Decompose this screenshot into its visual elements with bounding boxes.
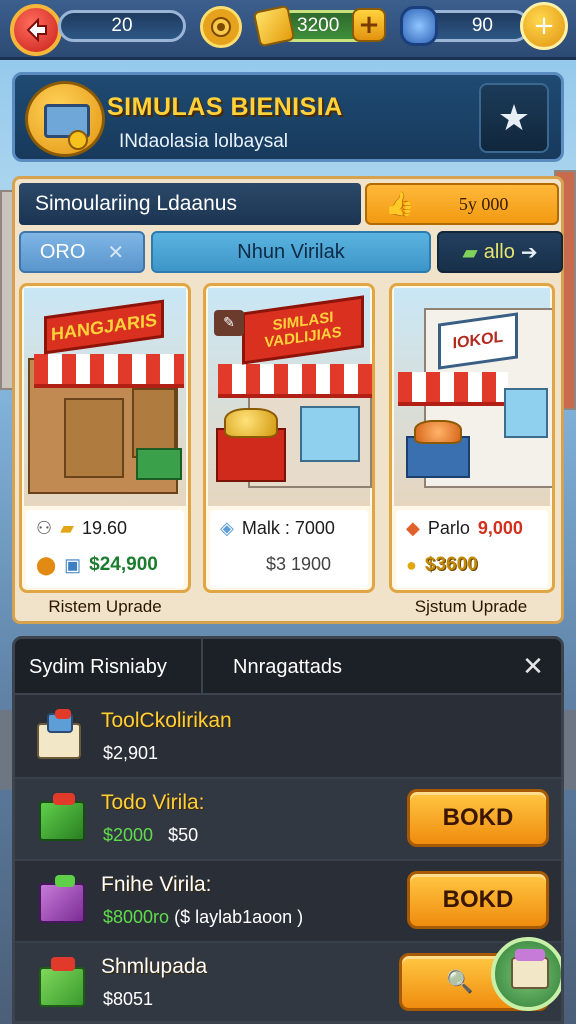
favorite-star-button[interactable]: ★	[479, 83, 549, 153]
store-illustration: SIMLASI VADLIJIAS ✎	[208, 288, 372, 506]
tab-allo[interactable]: ▰ allo ➔	[437, 231, 563, 273]
item-cost: ($ laylab1aoon )	[174, 907, 304, 927]
gear-icon	[211, 17, 231, 37]
game-subtitle: INdaolasia lolbaysal	[119, 131, 288, 152]
game-title: SIMULAS BIENISIA	[107, 93, 343, 121]
list-tabs: Sydim Risniaby Nnragattads ✕	[15, 639, 561, 695]
star-icon: ★	[497, 97, 531, 139]
price-button[interactable]: 👍 5y 000	[365, 183, 559, 225]
settings-gear-icon[interactable]	[200, 6, 242, 48]
store-sign: HANGJARIS	[44, 299, 164, 355]
store-price: $24,900	[89, 554, 158, 575]
item-name: Todo Virila:	[101, 791, 205, 814]
purple-box-icon	[33, 873, 89, 929]
store-illustration: IOKOL	[394, 288, 552, 506]
header-card: SIMULAS BIENISIA INdaolasia lolbaysal ★	[12, 72, 564, 162]
store-card-hangjaris[interactable]: HANGJARIS ⚇ ▰ 19.60 ⬤ ▣ $24,900	[19, 283, 191, 593]
tag-icon: ✎	[214, 310, 244, 336]
item-name: Shmlupada	[101, 955, 208, 978]
store-price-row: ● $3600	[406, 554, 478, 576]
arrow-right-icon: ➔	[520, 241, 538, 264]
shop-title: Simoulariing Ldaanus	[19, 183, 361, 225]
store-stat-value: 19.60	[81, 518, 128, 538]
top-bar: 20 3200 + 90 +	[0, 0, 576, 60]
list-item[interactable]: Todo Virila: $2000 $50 BOKD	[15, 779, 561, 861]
level-counter: 20	[58, 10, 186, 42]
item-price: $8051	[103, 989, 154, 1009]
add-gold-button[interactable]: +	[352, 8, 386, 42]
store-card-iokol[interactable]: IOKOL ◆ Parlo 9,000 ● $3600	[389, 283, 555, 593]
store-price: $3600	[424, 554, 478, 575]
list-tab-first[interactable]: Sydim Risniaby	[29, 639, 167, 695]
back-button[interactable]	[10, 4, 62, 56]
tab-oro-label: ORO	[39, 240, 86, 263]
gold-icon: ▰	[60, 518, 74, 538]
store-illustration: HANGJARIS	[24, 288, 186, 506]
upgrade-list-panel: Sydim Risniaby Nnragattads ✕ ToolCkoliri…	[12, 636, 564, 1024]
cart-item-icon	[33, 709, 89, 765]
item-name: ToolCkolirikan	[101, 709, 232, 732]
list-item[interactable]: Fnihe Virila: $8000ro ($ laylab1aoon ) B…	[15, 861, 561, 943]
thumbs-up-icon: 👍	[385, 190, 415, 218]
close-icon: ✕	[107, 241, 125, 264]
store-info: ◆ Parlo 9,000 ● $3600	[396, 510, 548, 588]
item-cost: $50	[168, 825, 199, 845]
green-crate-icon	[33, 955, 89, 1011]
gem-badge-icon: ◈	[220, 518, 234, 538]
item-price-row: $8000ro ($ laylab1aoon )	[103, 907, 303, 928]
store-info: ⚇ ▰ 19.60 ⬤ ▣ $24,900	[26, 510, 184, 588]
item-price: $8000ro	[103, 907, 170, 927]
store-stat-value: 9,000	[477, 518, 523, 538]
list-item[interactable]: ToolCkolirikan $2,901	[15, 697, 561, 779]
bokd-button[interactable]: BOKD	[407, 871, 549, 929]
money-icon: ▰	[462, 241, 478, 264]
shopping-cart-logo-icon	[25, 81, 105, 157]
gem-icon	[400, 6, 438, 46]
store-price-row: $3 1900	[266, 554, 331, 575]
store-stat-row: ◆ Parlo 9,000	[406, 518, 523, 539]
arrow-left-icon	[26, 17, 47, 43]
box-icon: ◆	[406, 518, 420, 538]
store-stat-row: ◈ Malk : 7000	[220, 518, 335, 539]
green-box-icon	[33, 791, 89, 847]
shop-box-bubble-icon[interactable]	[491, 937, 561, 1011]
tab-allo-label: allo	[483, 240, 515, 263]
store-card-simlasi[interactable]: SIMLASI VADLIJIAS ✎ ◈ Malk : 7000 $3 190…	[203, 283, 375, 593]
store-price: $3 1900	[266, 554, 332, 574]
coin-icon: ●	[406, 554, 417, 575]
store-stat-label: Parlo	[427, 518, 470, 538]
list-item[interactable]: Shmlupada $8051 🔍	[15, 937, 561, 1021]
item-name: Fnihe Virila:	[101, 873, 212, 896]
close-icon: ✕	[522, 652, 544, 682]
list-tab-second[interactable]: Nnragattads	[201, 639, 342, 695]
store-stat-value: Malk : 7000	[241, 518, 335, 538]
tab-nhun-virilak[interactable]: Nhun Virilak	[151, 231, 431, 273]
item-price: $2,901	[103, 743, 159, 763]
search-icon: 🔍	[446, 969, 474, 994]
gold-bar-icon	[252, 4, 296, 48]
close-button[interactable]: ✕	[517, 651, 549, 683]
bokd-button[interactable]: BOKD	[407, 789, 549, 847]
add-gems-star-button[interactable]: +	[520, 2, 568, 50]
price-label: 5y 000	[458, 193, 509, 214]
store-stat-row: ⚇ ▰ 19.60	[36, 518, 127, 539]
person-icon: ⚇	[36, 518, 53, 538]
tab-oro[interactable]: ORO ✕	[19, 231, 145, 273]
store-price-row: ⬤ ▣ $24,900	[36, 554, 158, 576]
item-price: $2000	[103, 825, 154, 845]
location-pin-icon: ⬤	[36, 554, 57, 575]
cash-icon: ▣	[64, 554, 82, 575]
item-price-row: $2000 $50	[103, 825, 198, 846]
store-upgrade-button[interactable]	[203, 589, 375, 625]
store-upgrade-button[interactable]: Sjstum Uprade	[387, 589, 555, 625]
shop-panel: Simoulariing Ldaanus 👍 5y 000 ORO ✕ Nhun…	[12, 176, 564, 624]
store-info: ◈ Malk : 7000 $3 1900	[210, 510, 368, 588]
store-sign: SIMLASI VADLIJIAS	[242, 295, 364, 365]
store-upgrade-button[interactable]: Ristem Uprade	[19, 589, 191, 625]
